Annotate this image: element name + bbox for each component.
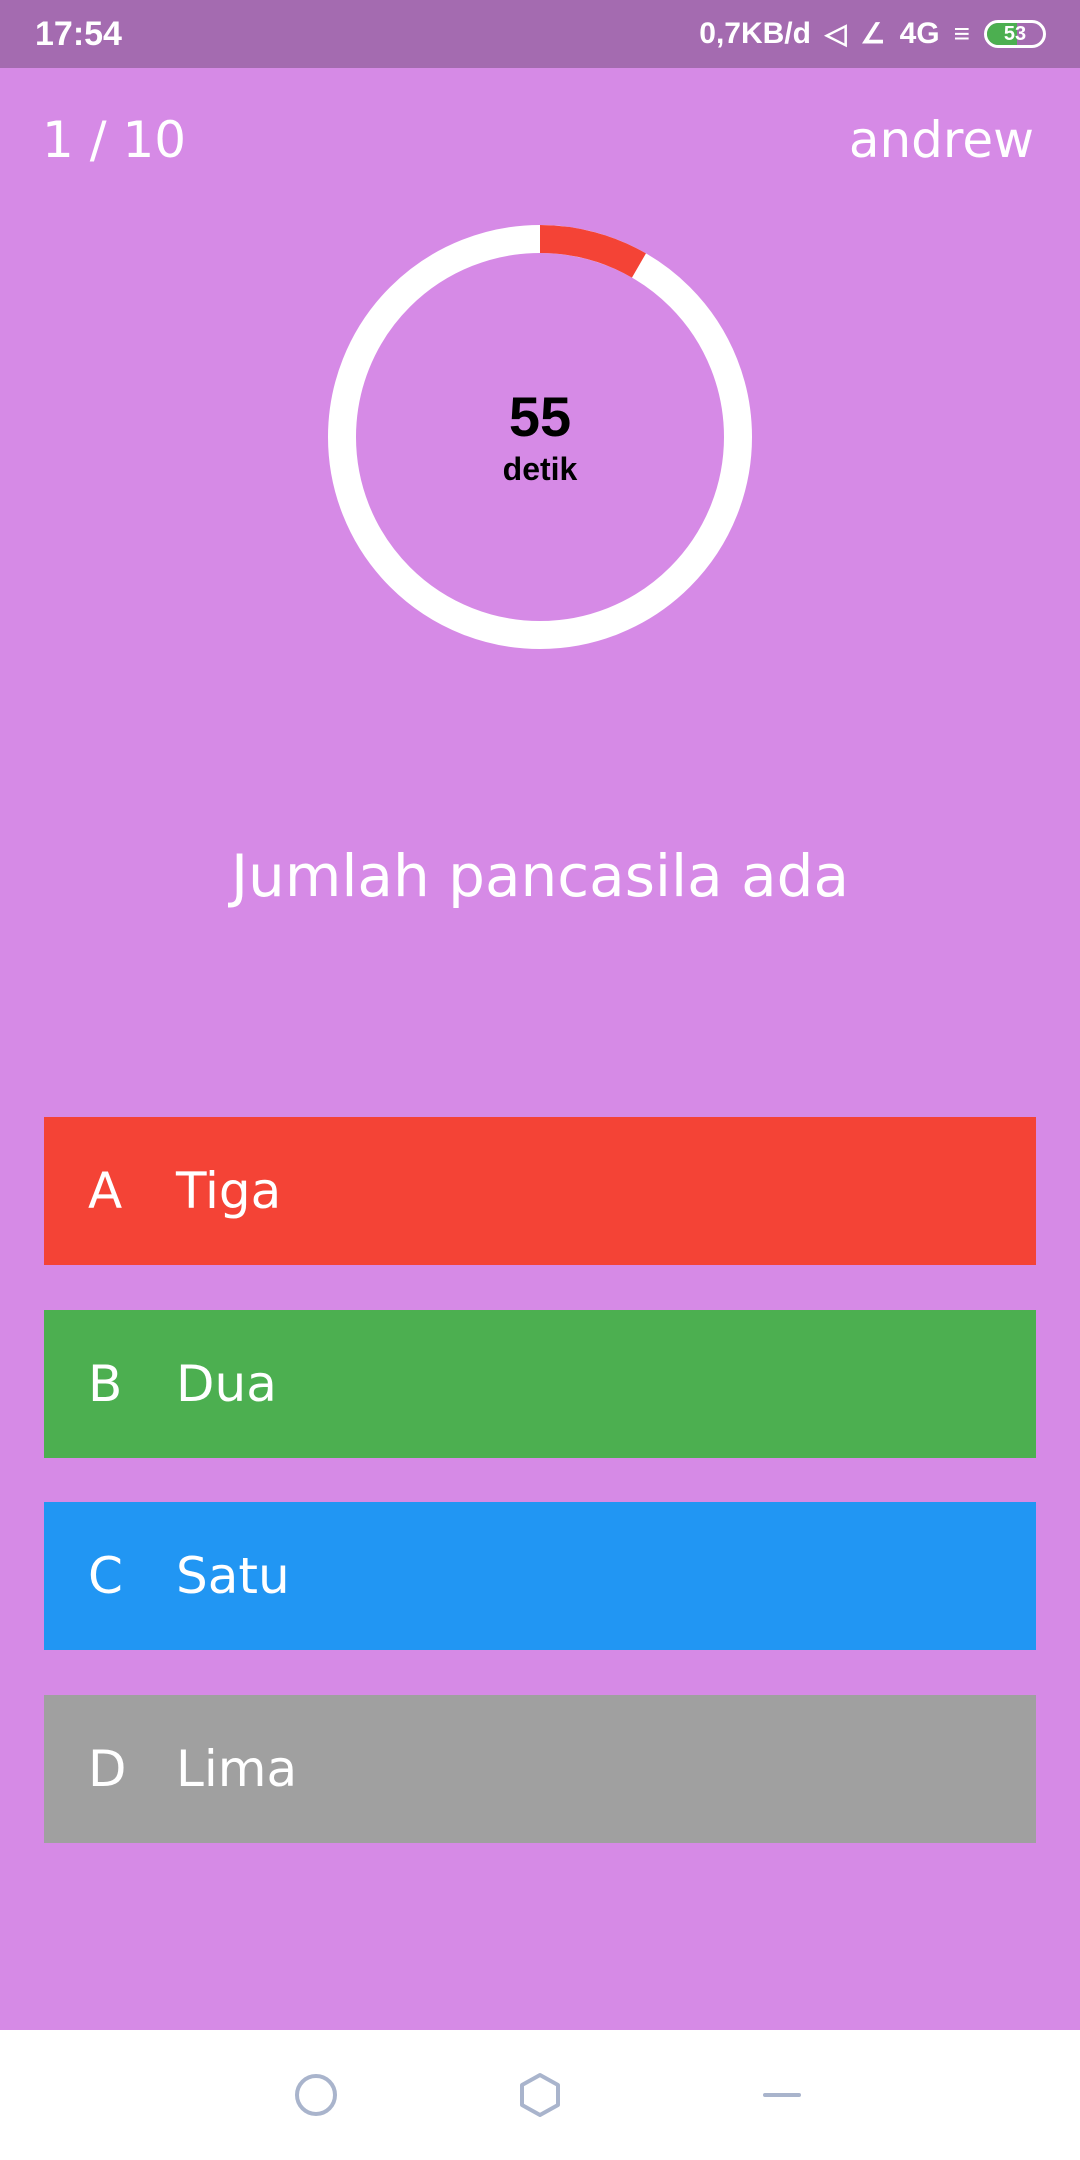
timer-unit: detik bbox=[502, 451, 578, 487]
home-circle-icon[interactable] bbox=[286, 2065, 346, 2125]
answer-option-b[interactable]: B Dua bbox=[44, 1310, 1036, 1458]
network-speed: 0,7KB/d bbox=[699, 17, 811, 50]
quiz-screen: 17:54 0,7KB/d ◁ ∠ 4G ≡ 53 1 / 10 andrew … bbox=[0, 0, 1080, 2160]
username: andrew bbox=[848, 111, 1034, 169]
question-text: Jumlah pancasila ada bbox=[230, 842, 850, 910]
answer-option-a[interactable]: A Tiga bbox=[44, 1117, 1036, 1265]
timer-value: 55 bbox=[508, 385, 572, 448]
menu-line-icon[interactable] bbox=[752, 2065, 812, 2125]
timer-elapsed-arc bbox=[539, 225, 646, 278]
answer-letter: D bbox=[88, 1740, 127, 1798]
navigation-bar bbox=[0, 2030, 1080, 2160]
signal-icon: ∠ bbox=[860, 18, 886, 49]
status-bar: 17:54 0,7KB/d ◁ ∠ 4G ≡ 53 bbox=[0, 0, 1080, 68]
answer-text: Lima bbox=[176, 1740, 298, 1798]
status-indicators: 0,7KB/d ◁ ∠ 4G ≡ 53 bbox=[699, 12, 1046, 56]
notification-icon: ◁ bbox=[824, 18, 847, 49]
status-time: 17:54 bbox=[35, 15, 122, 53]
countdown-timer: 55 detik bbox=[328, 225, 752, 649]
hexagon-icon[interactable] bbox=[510, 2065, 570, 2125]
battery-icon: 53 bbox=[984, 20, 1046, 48]
answer-option-d[interactable]: D Lima bbox=[44, 1695, 1036, 1843]
answer-option-c[interactable]: C Satu bbox=[44, 1502, 1036, 1650]
answer-letter: C bbox=[88, 1547, 123, 1605]
answer-text: Satu bbox=[176, 1547, 290, 1605]
question-progress: 1 / 10 bbox=[42, 111, 187, 169]
answer-text: Dua bbox=[176, 1355, 277, 1413]
wifi-icon: ≡ bbox=[953, 18, 970, 49]
answer-text: Tiga bbox=[176, 1162, 282, 1220]
battery-level: 53 bbox=[1003, 23, 1027, 45]
answer-letter: B bbox=[88, 1355, 123, 1413]
answer-letter: A bbox=[88, 1162, 123, 1220]
network-type: 4G bbox=[899, 17, 940, 50]
